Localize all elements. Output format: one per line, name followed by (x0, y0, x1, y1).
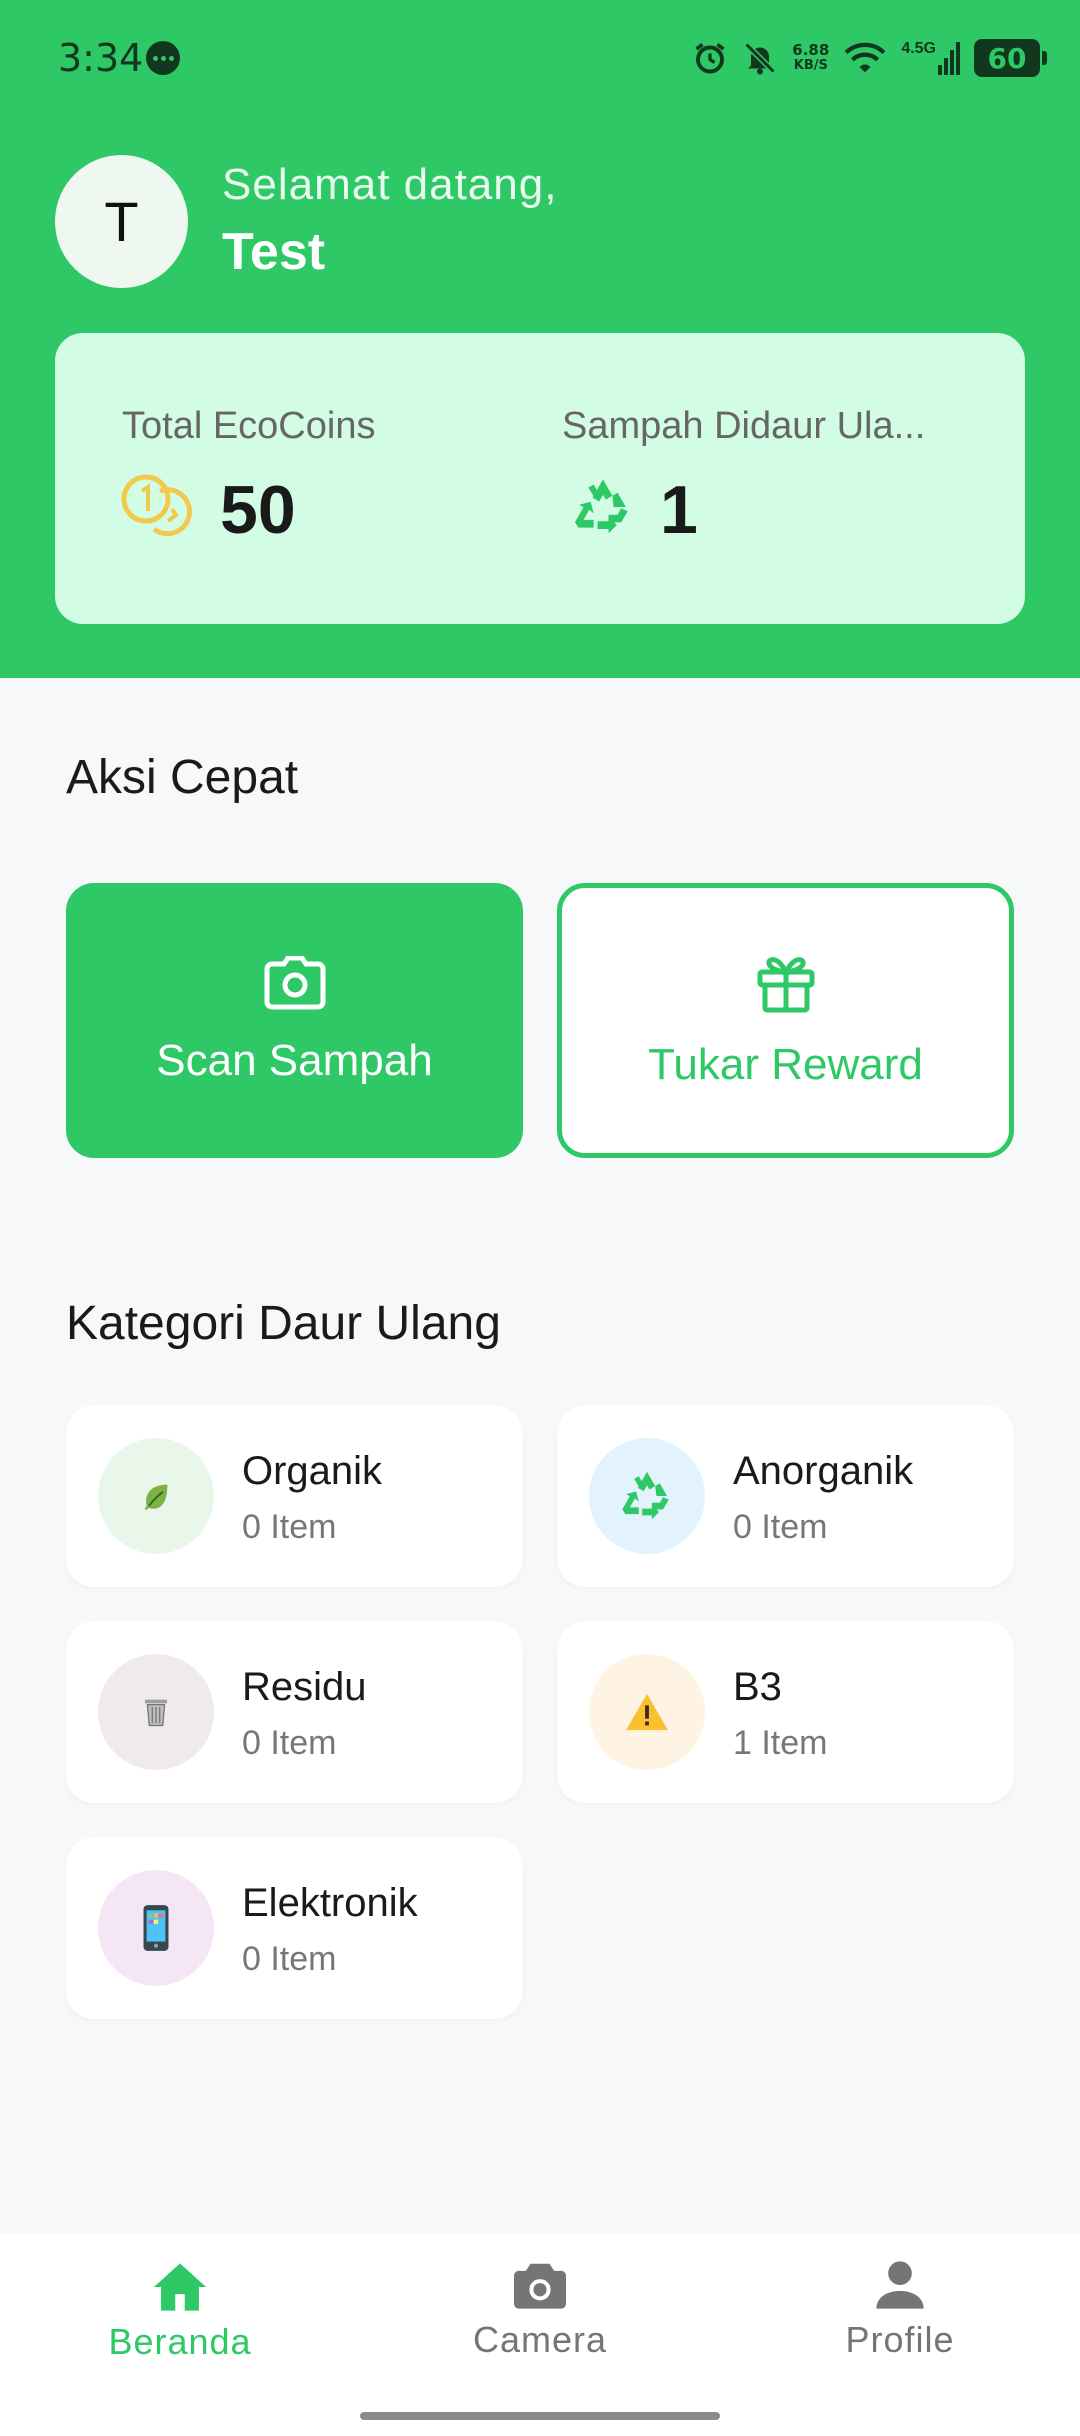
stats-card: Total EcoCoins 50 Sampah Didaur Ula... 1 (55, 333, 1025, 624)
category-name: Elektronik (242, 1881, 418, 1925)
category-card-elektronik[interactable]: Elektronik 0 Item (66, 1837, 523, 2019)
category-card-residu[interactable]: Residu 0 Item (66, 1621, 523, 1803)
coins-icon (121, 474, 193, 537)
nav-label: Camera (472, 2319, 608, 2360)
scan-sampah-button[interactable]: Scan Sampah (66, 883, 523, 1158)
phone-icon (98, 1870, 214, 1986)
scan-button-label: Scan Sampah (156, 1035, 433, 1085)
category-count: 0 Item (242, 1940, 337, 1978)
status-bar: 3:34 6.88 KB/S 4.5G 60 (0, 0, 1080, 120)
nav-label: Beranda (108, 2321, 252, 2362)
status-time: 3:34 (58, 36, 144, 80)
home-indicator[interactable] (360, 2412, 720, 2420)
bottom-navigation: Beranda Camera Profile (0, 2233, 1080, 2436)
status-icons: 6.88 KB/S 4.5G 60 (692, 34, 1047, 82)
gift-icon (757, 956, 814, 1012)
camera-icon (514, 2263, 566, 2309)
alarm-icon (695, 43, 725, 74)
nav-label: Profile (845, 2319, 955, 2360)
person-icon (876, 2261, 924, 2309)
category-card-anorganik[interactable]: Anorganik 0 Item (557, 1405, 1014, 1587)
category-count: 0 Item (242, 1724, 337, 1762)
recycle-icon (589, 1438, 705, 1554)
recycled-label: Sampah Didaur Ula... (562, 405, 926, 447)
categories-title: Kategori Daur Ulang (66, 1297, 501, 1350)
quick-actions-title: Aksi Cepat (66, 751, 299, 804)
signal-group: 4.5G (901, 41, 960, 75)
username: Test (222, 223, 326, 281)
warning-icon (589, 1654, 705, 1770)
category-count: 1 Item (733, 1724, 828, 1762)
trash-icon (98, 1654, 214, 1770)
category-name: Organik (242, 1449, 383, 1493)
recycled-value: 1 (660, 472, 698, 548)
message-icon (146, 41, 180, 75)
network-type: 4.5G (901, 40, 936, 57)
category-name: B3 (733, 1665, 782, 1709)
category-card-b3[interactable]: B3 1 Item (557, 1621, 1014, 1803)
reward-button-label: Tukar Reward (648, 1039, 923, 1089)
recycle-icon (574, 479, 628, 534)
greeting-text: Selamat datang, (222, 160, 558, 209)
category-name: Residu (242, 1665, 367, 1709)
coins-value: 50 (220, 472, 296, 548)
home-icon (154, 2263, 206, 2311)
network-speed: 6.88 KB/S (792, 41, 830, 73)
category-count: 0 Item (733, 1508, 828, 1546)
avatar[interactable]: T (55, 155, 188, 288)
category-card-organik[interactable]: Organik 0 Item (66, 1405, 523, 1587)
mute-bell-icon (744, 42, 776, 75)
leaf-icon (98, 1438, 214, 1554)
nav-camera[interactable]: Camera (360, 2233, 720, 2383)
category-name: Anorganik (733, 1449, 914, 1493)
coins-label: Total EcoCoins (122, 405, 376, 447)
wifi-icon (844, 42, 886, 73)
battery-icon: 60 (974, 39, 1047, 77)
category-count: 0 Item (242, 1508, 337, 1546)
nav-beranda[interactable]: Beranda (0, 2233, 360, 2383)
camera-icon (264, 955, 325, 1009)
tukar-reward-button[interactable]: Tukar Reward (557, 883, 1014, 1158)
signal-icon (938, 42, 960, 75)
nav-profile[interactable]: Profile (720, 2233, 1080, 2383)
header: 3:34 6.88 KB/S 4.5G 60 T Selamat datang, … (0, 0, 1080, 678)
